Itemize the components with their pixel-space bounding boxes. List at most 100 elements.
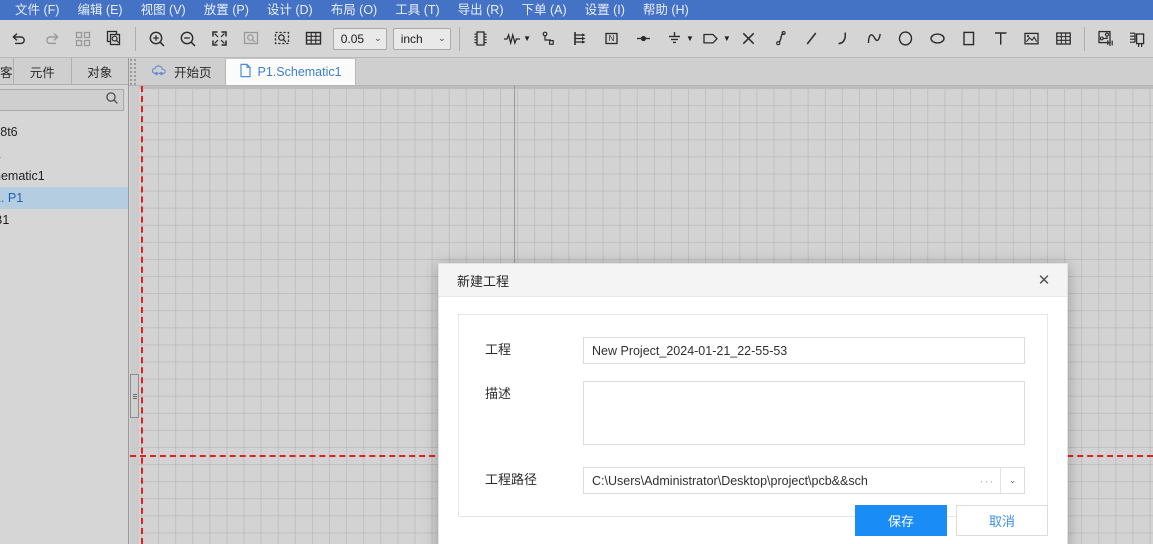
component-icon[interactable]	[467, 25, 494, 53]
dialog-footer: 保存 取消	[855, 505, 1048, 536]
panel-splitter-handle[interactable]	[130, 374, 139, 418]
spline-icon[interactable]	[861, 25, 888, 53]
image-icon[interactable]	[1018, 25, 1045, 53]
grid-size-select[interactable]: 0.05 ⌄	[332, 27, 387, 50]
tab-label: 开始页	[174, 66, 212, 80]
resistor-tool-button[interactable]: ▼	[496, 25, 533, 53]
chevron-down-icon: ▼	[722, 33, 731, 43]
cancel-button[interactable]: 取消	[956, 505, 1048, 536]
panel-drag-grip[interactable]	[129, 58, 138, 85]
project-path-input[interactable]	[584, 468, 974, 493]
menu-layout[interactable]: 布局 (O)	[322, 0, 387, 20]
ground-tool-button[interactable]: ▼	[659, 25, 696, 53]
arc-icon[interactable]	[829, 25, 856, 53]
zoom-in-icon[interactable]	[143, 25, 170, 53]
tab-start-page[interactable]: 开始页	[138, 58, 226, 85]
rectangle-icon[interactable]	[955, 25, 982, 53]
freehand-icon[interactable]	[766, 25, 793, 53]
no-connect-icon[interactable]	[735, 25, 762, 53]
dialog-field-panel: 工程 描述 工程路径 ···	[458, 314, 1048, 517]
application-window: 文件 (F) 编辑 (E) 视图 (V) 放置 (P) 设计 (D) 布局 (O…	[0, 0, 1153, 544]
main-toolbar: 0.05 ⌄ inch ⌄ ▼ N ▼ ▼	[0, 20, 1153, 58]
menu-view[interactable]: 视图 (V)	[132, 0, 195, 20]
search-input[interactable]	[0, 89, 124, 111]
field-row-project: 工程	[485, 337, 1025, 364]
toolbar-separator-2	[458, 26, 460, 51]
unit-value: inch	[400, 31, 423, 46]
dialog-body: 工程 描述 工程路径 ···	[439, 297, 1067, 517]
menu-help[interactable]: 帮助 (H)	[634, 0, 698, 20]
tree-item[interactable]: hematic1	[0, 165, 128, 187]
tree-item[interactable]: 1	[0, 143, 128, 165]
tab-schematic[interactable]: P1.Schematic1	[225, 58, 356, 85]
port-icon	[698, 25, 726, 53]
menu-settings[interactable]: 设置 (I)	[576, 0, 634, 20]
menu-order[interactable]: 下单 (A)	[512, 0, 575, 20]
menu-export[interactable]: 导出 (R)	[449, 0, 513, 20]
line-icon[interactable]	[798, 25, 825, 53]
sidebar-tab-components[interactable]: 元件	[14, 58, 72, 84]
junction-icon[interactable]	[629, 25, 656, 53]
project-path-control: ··· ⌄	[583, 467, 1025, 494]
dialog-title: 新建工程	[457, 273, 510, 289]
tree-item[interactable]: c8t6	[0, 121, 128, 143]
browse-folder-icon[interactable]: ···	[974, 468, 1000, 493]
fit-to-screen-icon[interactable]	[206, 25, 233, 53]
select-all-icon[interactable]	[69, 25, 96, 53]
chevron-down-icon: ▼	[685, 33, 694, 43]
menu-file[interactable]: 文件 (F)	[6, 0, 68, 20]
net-port-icon[interactable]	[535, 25, 562, 53]
tree-item-label: B1	[0, 213, 10, 227]
chevron-down-icon: ⌄	[438, 33, 446, 43]
search-icon	[105, 91, 119, 110]
svg-text:N: N	[609, 34, 615, 43]
canvas-left-margin	[130, 86, 139, 544]
chevron-down-icon[interactable]: ⌄	[1000, 468, 1024, 493]
chevron-down-icon: ⌄	[374, 33, 382, 43]
ellipse-icon[interactable]	[924, 25, 951, 53]
tree-item-label: 1. P1	[0, 191, 24, 205]
port-tool-button[interactable]: ▼	[696, 25, 733, 53]
pcb-layout-icon[interactable]	[1092, 25, 1119, 53]
save-button[interactable]: 保存	[855, 505, 947, 536]
unit-select[interactable]: inch ⌄	[392, 27, 451, 50]
canvas-top-edge	[130, 86, 1153, 89]
table-icon[interactable]	[1049, 25, 1076, 53]
tree-item-label: c8t6	[0, 125, 18, 139]
sidebar-tab-clipped[interactable]: 客	[0, 58, 14, 84]
menu-edit[interactable]: 编辑 (E)	[68, 0, 131, 20]
menu-tools[interactable]: 工具 (T)	[386, 0, 448, 20]
zoom-out-icon[interactable]	[174, 25, 201, 53]
text-icon[interactable]	[987, 25, 1014, 53]
tree-item-selected[interactable]: 1. P1	[0, 187, 128, 209]
find-similar-icon[interactable]	[100, 25, 127, 53]
bus-icon[interactable]	[567, 25, 594, 53]
resistor-icon	[498, 25, 526, 53]
grid-size-value: 0.05	[340, 31, 365, 46]
description-textarea[interactable]	[583, 381, 1025, 445]
sidebar-tab-objects[interactable]: 对象	[71, 58, 128, 84]
field-row-description: 描述	[485, 381, 1025, 450]
schematic-sync-icon[interactable]	[1123, 25, 1150, 53]
zoom-selection-icon[interactable]	[237, 25, 264, 53]
tree-item-label: 1	[0, 147, 1, 161]
field-row-path: 工程路径 ··· ⌄	[485, 467, 1025, 494]
toolbar-separator-1	[134, 26, 136, 51]
tree-item[interactable]: B1	[0, 209, 128, 231]
document-icon	[239, 63, 252, 81]
net-label-icon[interactable]: N	[598, 25, 625, 53]
ground-icon	[661, 25, 689, 53]
menu-place[interactable]: 放置 (P)	[195, 0, 258, 20]
grid-icon[interactable]	[300, 25, 327, 53]
left-sidebar: 客 元件 对象 c8t6 1 hematic1 1. P1 B1	[0, 58, 129, 544]
zoom-area-icon[interactable]	[269, 25, 296, 53]
project-name-input[interactable]	[583, 337, 1025, 364]
dialog-header: 新建工程 ✕	[439, 264, 1067, 297]
close-icon[interactable]: ✕	[1034, 270, 1054, 290]
menu-design[interactable]: 设计 (D)	[258, 0, 322, 20]
undo-icon[interactable]	[6, 25, 33, 53]
redo-icon[interactable]	[37, 25, 64, 53]
sidebar-tab-strip: 客 元件 对象	[0, 58, 128, 85]
project-name-label: 工程	[485, 342, 512, 357]
circle-icon[interactable]	[892, 25, 919, 53]
